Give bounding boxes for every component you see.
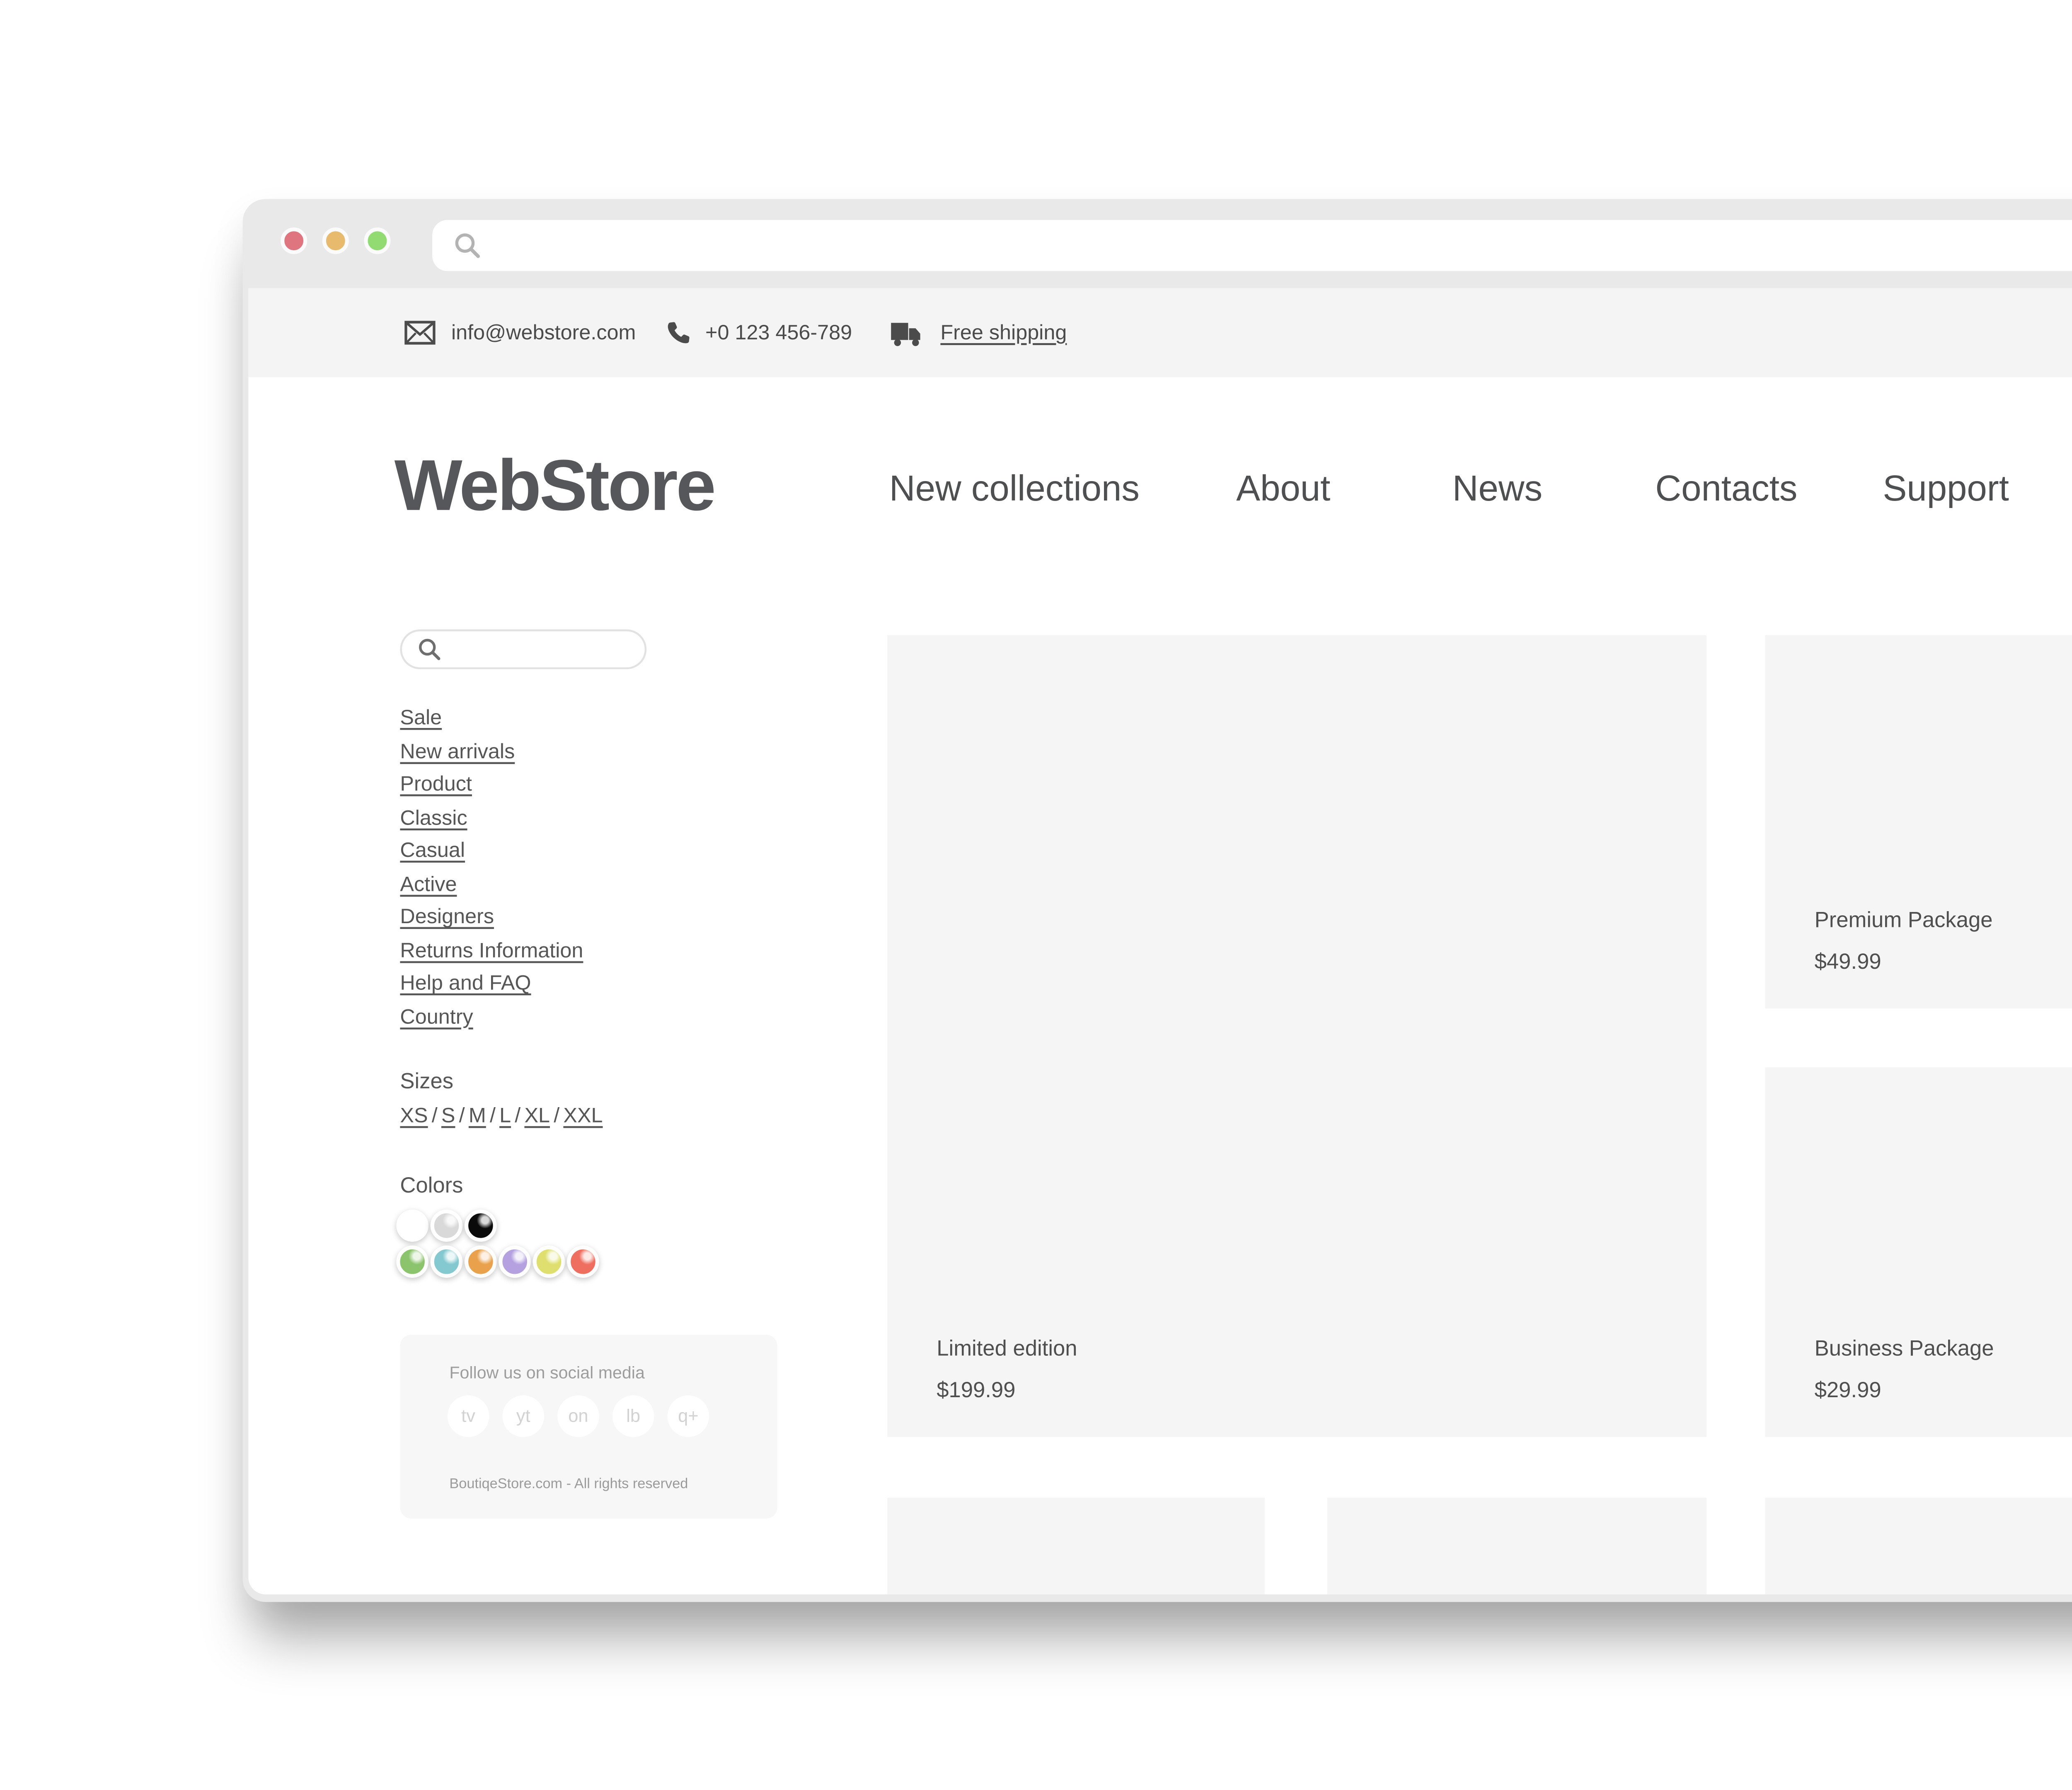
truck-icon [889,319,925,346]
product-card-placeholder[interactable] [1765,1498,2072,1594]
size-m[interactable]: M [469,1105,486,1128]
free-shipping-link[interactable]: Free shipping [940,322,1067,344]
minimize-window-button[interactable] [322,227,349,254]
social-icon-on[interactable]: on [557,1395,599,1437]
sizes-label: Sizes [400,1071,453,1094]
product-card-premium-package[interactable]: Premium Package $49.99 [1765,635,2072,1009]
sidebar-link-help-and-faq[interactable]: Help and FAQ [400,969,583,1002]
sidebar-link-active[interactable]: Active [400,869,583,902]
search-icon [417,637,442,661]
size-l[interactable]: L [499,1105,511,1128]
color-swatch-black[interactable] [465,1209,497,1242]
size-xl[interactable]: XL [524,1105,550,1128]
email-text: info@webstore.com [451,322,636,344]
free-shipping: Free shipping [889,288,1067,377]
product-card-limited-edition[interactable]: Limited edition $199.99 [887,635,1706,1437]
email-icon [404,320,436,345]
sizes-row: XS/S/M/L/XL/XXL [400,1105,603,1128]
color-swatch-yellow[interactable] [533,1246,565,1278]
sidebar-link-product[interactable]: Product [400,770,583,803]
size-xs[interactable]: XS [400,1105,428,1128]
product-name: Premium Package [1815,910,1993,933]
close-window-button[interactable] [281,227,307,254]
product-card-placeholder[interactable] [887,1498,1265,1594]
color-swatch-teal[interactable] [431,1246,463,1278]
browser-window: info@webstore.com +0 123 456-789 Free sh… [243,199,2072,1602]
size-xxl[interactable]: XXL [563,1105,603,1128]
social-icon-yt[interactable]: yt [502,1395,544,1437]
color-swatch-row-2 [396,1246,599,1278]
sidebar-link-returns-information[interactable]: Returns Information [400,936,583,969]
contact-phone: +0 123 456-789 [666,288,852,377]
product-card-business-package[interactable]: Business Package $29.99 [1765,1067,2072,1437]
nav-contacts[interactable]: Contacts [1655,470,1797,512]
product-name: Limited edition [937,1338,1077,1361]
sidebar-link-sale[interactable]: Sale [400,703,583,736]
color-swatch-white[interactable] [396,1209,428,1242]
nav-about[interactable]: About [1236,470,1330,512]
product-name: Business Package [1815,1338,1994,1361]
colors-label: Colors [400,1176,463,1198]
social-icons-row: tv yt on lb q+ [448,1395,709,1437]
maximize-window-button[interactable] [364,227,390,254]
nav-news[interactable]: News [1452,470,1542,512]
url-bar[interactable] [432,220,2072,271]
color-swatch-purple[interactable] [499,1246,531,1278]
social-title: Follow us on social media [449,1363,645,1382]
social-icon-tv[interactable]: tv [448,1395,489,1437]
nav-new-collections[interactable]: New collections [889,470,1140,512]
product-price: $199.99 [937,1380,1015,1403]
sidebar-link-country[interactable]: Country [400,1002,583,1035]
url-input[interactable] [482,227,2072,265]
color-swatch-orange[interactable] [465,1246,497,1278]
sidebar-links: Sale New arrivals Product Classic Casual… [400,703,583,1035]
copyright-text: BoutiqeStore.com - All rights reserved [449,1475,688,1492]
search-icon [453,231,482,260]
sidebar-search-input[interactable] [442,639,645,660]
phone-text: +0 123 456-789 [705,322,852,344]
color-swatch-row-1 [396,1209,496,1242]
color-swatch-red[interactable] [567,1246,599,1278]
sidebar-link-new-arrivals[interactable]: New arrivals [400,737,583,770]
product-card-placeholder[interactable] [1327,1498,1706,1594]
contact-email: info@webstore.com [404,288,636,377]
nav-support[interactable]: Support [1883,470,2009,512]
sidebar-link-designers[interactable]: Designers [400,902,583,936]
product-price: $49.99 [1815,952,1881,975]
sidebar-search[interactable] [400,629,646,669]
sidebar-link-classic[interactable]: Classic [400,803,583,836]
page-content: info@webstore.com +0 123 456-789 Free sh… [248,288,2072,1594]
social-icon-lb[interactable]: lb [612,1395,654,1437]
size-s[interactable]: S [441,1105,455,1128]
sidebar-link-casual[interactable]: Casual [400,836,583,869]
site-logo[interactable]: WebStore [395,448,714,529]
social-media-box: Follow us on social media tv yt on lb q+… [400,1335,777,1519]
phone-icon [666,320,690,345]
social-icon-qplus[interactable]: q+ [668,1395,709,1437]
product-price: $29.99 [1815,1380,1881,1403]
screenshot-stage: info@webstore.com +0 123 456-789 Free sh… [0,0,2072,1790]
browser-chrome [243,199,2072,288]
color-swatch-gray[interactable] [431,1209,463,1242]
color-swatch-green[interactable] [396,1246,428,1278]
contact-topbar: info@webstore.com +0 123 456-789 Free sh… [248,288,2072,377]
